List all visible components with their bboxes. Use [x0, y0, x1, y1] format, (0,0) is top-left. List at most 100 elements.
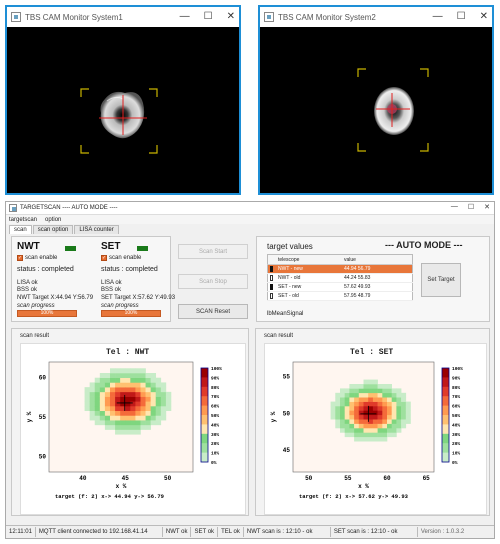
nwt-progress-text: 100%: [40, 310, 54, 316]
heatmap-cell: [382, 410, 388, 416]
heatmap-cell: [165, 391, 172, 397]
heatmap-cell: [330, 406, 336, 411]
cam-window-2-titlebar[interactable]: TBS CAM Monitor System2 — ☐ ✕: [260, 7, 492, 27]
heatmap-cell: [382, 388, 388, 394]
heatmap-cell: [354, 392, 360, 398]
scan-reset-button[interactable]: SCAN Reset: [178, 304, 248, 319]
heatmap-cell: [330, 410, 336, 416]
table-row[interactable]: SET - old 57.95 48.79: [267, 291, 413, 301]
colorbar-tick-label: 100%: [452, 366, 463, 372]
heatmap-cell: [401, 406, 407, 411]
heatmap-cell: [94, 396, 101, 402]
heatmap-cell: [140, 396, 146, 402]
heatmap-cell: [344, 428, 350, 433]
heatmap-cell: [363, 406, 369, 411]
heatmap-cell: [377, 428, 383, 433]
heatmap-cell: [354, 419, 360, 424]
y-tick-label: 60: [39, 375, 47, 382]
set-progress-label: scan progress: [101, 303, 139, 309]
heatmap-cell: [125, 377, 131, 383]
cam-window-1: TBS CAM Monitor System1 — ☐ ✕: [5, 5, 241, 195]
heatmap-cell: [120, 373, 126, 379]
minimize-icon[interactable]: —: [433, 11, 443, 22]
heatmap-cell: [84, 401, 90, 407]
heatmap-cell: [140, 406, 146, 412]
heatmap-cell: [89, 401, 96, 407]
heatmap-cell: [145, 406, 151, 412]
heatmap-cell: [377, 406, 383, 411]
colorbar-tick-label: 30%: [452, 432, 460, 438]
heatmap-cell: [150, 382, 157, 388]
heatmap-cell: [363, 436, 369, 442]
x-axis-label: x %: [116, 483, 127, 490]
heatmap-cell: [115, 429, 121, 435]
target-values-panel: target values --- AUTO MODE --- telescop…: [256, 236, 490, 322]
heatmap-cell: [125, 396, 131, 402]
heatmap-cell: [135, 391, 141, 397]
colorbar-tick-label: 80%: [452, 385, 460, 391]
cam-window-1-titlebar[interactable]: TBS CAM Monitor System1 — ☐ ✕: [7, 7, 239, 27]
heatmap-cell: [120, 382, 126, 388]
heatmap-cell: [405, 419, 411, 424]
x-tick-label: 60: [383, 475, 391, 482]
x-tick-label: 50: [305, 475, 313, 482]
table-row[interactable]: NWT - old 44.24 55.83: [267, 273, 413, 283]
table-row[interactable]: NWT - new 44.94 56.79: [267, 264, 413, 274]
heatmap-cell: [344, 410, 350, 416]
nwt-scan-enable-checkbox[interactable]: ✓ scan enable: [17, 255, 57, 261]
row-marker: [267, 291, 276, 301]
minimize-icon[interactable]: —: [180, 11, 190, 22]
scan-start-button[interactable]: Scan Start: [178, 244, 248, 259]
status-set: SET ok: [191, 527, 219, 537]
minimize-icon[interactable]: —: [451, 203, 458, 211]
heatmap-cell: [104, 406, 111, 412]
heatmap-cell: [109, 373, 116, 379]
nwt-title: NWT: [17, 241, 40, 252]
close-icon[interactable]: ✕: [227, 11, 235, 22]
tab-scan[interactable]: scan: [9, 225, 32, 234]
heatmap-cell: [391, 414, 397, 420]
main-titlebar[interactable]: TARGETSCAN ---- AUTO MODE ---- — ☐ ✕: [6, 202, 494, 215]
heatmap-cell: [377, 432, 383, 438]
heatmap-cell: [94, 415, 101, 421]
heatmap-cell: [354, 410, 360, 416]
heatmap-cell: [363, 414, 369, 420]
tab-scan-option[interactable]: scan option: [32, 225, 74, 234]
heatmap-cell: [391, 419, 397, 424]
heatmap-cell: [130, 429, 136, 435]
menu-targetscan[interactable]: targetscan: [9, 217, 37, 223]
heatmap-cell: [130, 382, 136, 388]
heatmap-cell: [382, 392, 388, 398]
heatmap-cell: [135, 382, 141, 388]
heatmap-cell: [349, 388, 355, 394]
table-header-telescope: telescope: [276, 254, 342, 265]
heatmap-cell: [358, 401, 364, 407]
maximize-icon[interactable]: ☐: [457, 11, 466, 22]
heatmap-cell: [109, 420, 116, 426]
colorbar-tick-label: 30%: [211, 432, 219, 438]
heatmap-cell: [155, 377, 162, 383]
close-icon[interactable]: ✕: [484, 203, 490, 211]
tab-lisa-counter[interactable]: LISA counter: [74, 225, 119, 234]
menu-option[interactable]: option: [45, 217, 61, 223]
heatmap-cell: [377, 436, 383, 442]
maximize-icon[interactable]: ☐: [468, 203, 474, 211]
heatmap-cell: [160, 382, 167, 388]
heatmap-cell: [150, 420, 157, 426]
heatmap-cell: [130, 373, 136, 379]
table-row[interactable]: SET - new 57.62 49.93: [267, 282, 413, 292]
close-icon[interactable]: ✕: [480, 11, 488, 22]
row-marker: [267, 273, 276, 283]
heatmap-cell: [109, 391, 116, 397]
set-target-button[interactable]: Set Target: [421, 263, 461, 297]
heatmap-cell: [387, 428, 392, 433]
heatmap-cell: [377, 410, 383, 416]
heatmap-cell: [391, 406, 397, 411]
heatmap-cell: [368, 423, 374, 429]
scan-stop-button[interactable]: Scan Stop: [178, 274, 248, 289]
maximize-icon[interactable]: ☐: [204, 11, 213, 22]
set-scan-enable-checkbox[interactable]: ✓ scan enable: [101, 255, 141, 261]
heatmap-cell: [372, 419, 378, 424]
heatmap-cell: [368, 388, 374, 394]
heatmap-cell: [130, 420, 136, 426]
